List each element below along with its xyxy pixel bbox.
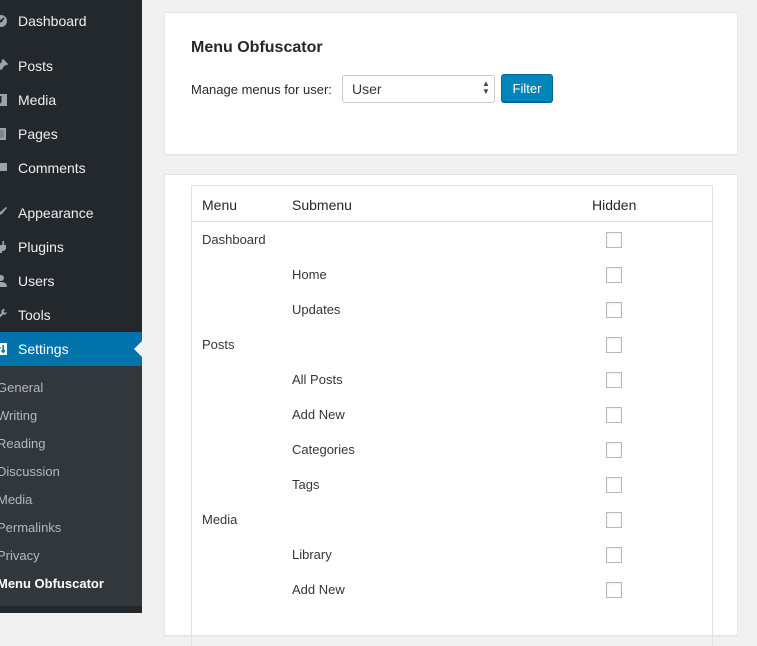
- comments-icon: [0, 161, 8, 175]
- submenu-cell: Updates: [292, 302, 341, 317]
- sidebar-item-media[interactable]: Media: [0, 83, 142, 117]
- media-icon: [0, 93, 8, 107]
- hidden-checkbox[interactable]: [606, 407, 622, 423]
- column-header-hidden: Hidden: [592, 197, 637, 213]
- hidden-checkbox[interactable]: [606, 582, 622, 598]
- admin-sidebar: Dashboard Posts Media Pages Comments App…: [0, 0, 142, 613]
- submenu-cell: Tags: [292, 477, 320, 492]
- settings-submenu: General Writing Reading Discussion Media…: [0, 366, 142, 606]
- sidebar-item-appearance[interactable]: Appearance: [0, 196, 142, 230]
- sidebar-item-label: Tools: [18, 307, 51, 323]
- sidebar-item-label: Settings: [18, 341, 69, 357]
- sidebar-item-label: Users: [18, 273, 55, 289]
- menu-cell: Dashboard: [202, 232, 266, 247]
- hidden-checkbox[interactable]: [606, 302, 622, 318]
- submenu-cell: Add New: [292, 582, 345, 597]
- table-row: All Posts: [192, 362, 712, 397]
- submenu-cell: All Posts: [292, 372, 343, 387]
- sidebar-item-label: Appearance: [18, 205, 94, 221]
- submenu-cell: Library: [292, 547, 332, 562]
- submenu-cell: Categories: [292, 442, 355, 457]
- column-header-submenu: Submenu: [292, 197, 352, 213]
- sidebar-item-label: Posts: [18, 58, 54, 74]
- submenu-item-media[interactable]: Media: [0, 485, 142, 513]
- hidden-checkbox[interactable]: [606, 372, 622, 388]
- submenu-cell: Add New: [292, 407, 345, 422]
- filter-panel: Menu Obfuscator Manage menus for user: U…: [164, 12, 738, 155]
- wrench-icon: [0, 308, 8, 322]
- table-row: Library: [192, 537, 712, 572]
- hidden-checkbox[interactable]: [606, 267, 622, 283]
- filter-label: Manage menus for user:: [191, 82, 332, 97]
- submenu-item-writing[interactable]: Writing: [0, 401, 142, 429]
- menu-table: Menu Submenu Hidden Dashboard Home Updat…: [191, 185, 713, 646]
- sidebar-item-pages[interactable]: Pages: [0, 117, 142, 151]
- table-row: Dashboard: [192, 222, 712, 257]
- hidden-checkbox[interactable]: [606, 442, 622, 458]
- user-select-value: User: [352, 81, 382, 97]
- table-row: Home: [192, 257, 712, 292]
- submenu-item-menu-obfuscator[interactable]: Menu Obfuscator: [0, 569, 142, 597]
- sidebar-item-tools[interactable]: Tools: [0, 298, 142, 332]
- submenu-cell: Home: [292, 267, 327, 282]
- active-indicator-arrow: [134, 341, 142, 357]
- menu-table-panel: Menu Submenu Hidden Dashboard Home Updat…: [164, 174, 738, 646]
- page-title: Menu Obfuscator: [191, 39, 323, 56]
- submenu-item-permalinks[interactable]: Permalinks: [0, 513, 142, 541]
- menu-cell: Posts: [202, 337, 235, 352]
- table-row: Updates: [192, 292, 712, 327]
- hidden-checkbox[interactable]: [606, 547, 622, 563]
- table-row: Media: [192, 502, 712, 537]
- user-select[interactable]: User ▲ ▼: [342, 75, 495, 103]
- sidebar-item-label: Plugins: [18, 239, 64, 255]
- select-arrows-icon: ▲ ▼: [482, 79, 490, 96]
- sidebar-item-settings[interactable]: Settings: [0, 332, 142, 366]
- filter-button[interactable]: Filter: [501, 74, 553, 103]
- sidebar-item-label: Comments: [18, 160, 86, 176]
- submenu-item-privacy[interactable]: Privacy: [0, 541, 142, 569]
- table-row: Tags: [192, 467, 712, 502]
- paintbrush-icon: [0, 206, 8, 220]
- pages-icon: [0, 127, 8, 141]
- table-row: Categories: [192, 432, 712, 467]
- submenu-item-discussion[interactable]: Discussion: [0, 457, 142, 485]
- sidebar-item-label: Media: [18, 92, 57, 108]
- sidebar-item-label: Pages: [18, 126, 58, 142]
- submenu-item-reading[interactable]: Reading: [0, 429, 142, 457]
- hidden-checkbox[interactable]: [606, 477, 622, 493]
- dashboard-icon: [0, 14, 8, 28]
- hidden-checkbox[interactable]: [606, 337, 622, 353]
- users-icon: [0, 274, 8, 288]
- pushpin-icon: [0, 59, 8, 73]
- hidden-checkbox[interactable]: [606, 232, 622, 248]
- table-row: Add New: [192, 572, 712, 607]
- sidebar-item-comments[interactable]: Comments: [0, 151, 142, 185]
- settings-icon: [0, 342, 8, 356]
- hidden-checkbox[interactable]: [606, 512, 622, 528]
- sidebar-item-posts[interactable]: Posts: [0, 49, 142, 83]
- sidebar-item-dashboard[interactable]: Dashboard: [0, 4, 142, 38]
- sidebar-item-users[interactable]: Users: [0, 264, 142, 298]
- menu-cell: Media: [202, 512, 238, 527]
- sidebar-item-label: Dashboard: [18, 13, 87, 29]
- sidebar-item-plugins[interactable]: Plugins: [0, 230, 142, 264]
- column-header-menu: Menu: [202, 197, 238, 213]
- table-row: Add New: [192, 397, 712, 432]
- plugins-icon: [0, 240, 8, 254]
- table-row: Posts: [192, 327, 712, 362]
- submenu-item-general[interactable]: General: [0, 373, 142, 401]
